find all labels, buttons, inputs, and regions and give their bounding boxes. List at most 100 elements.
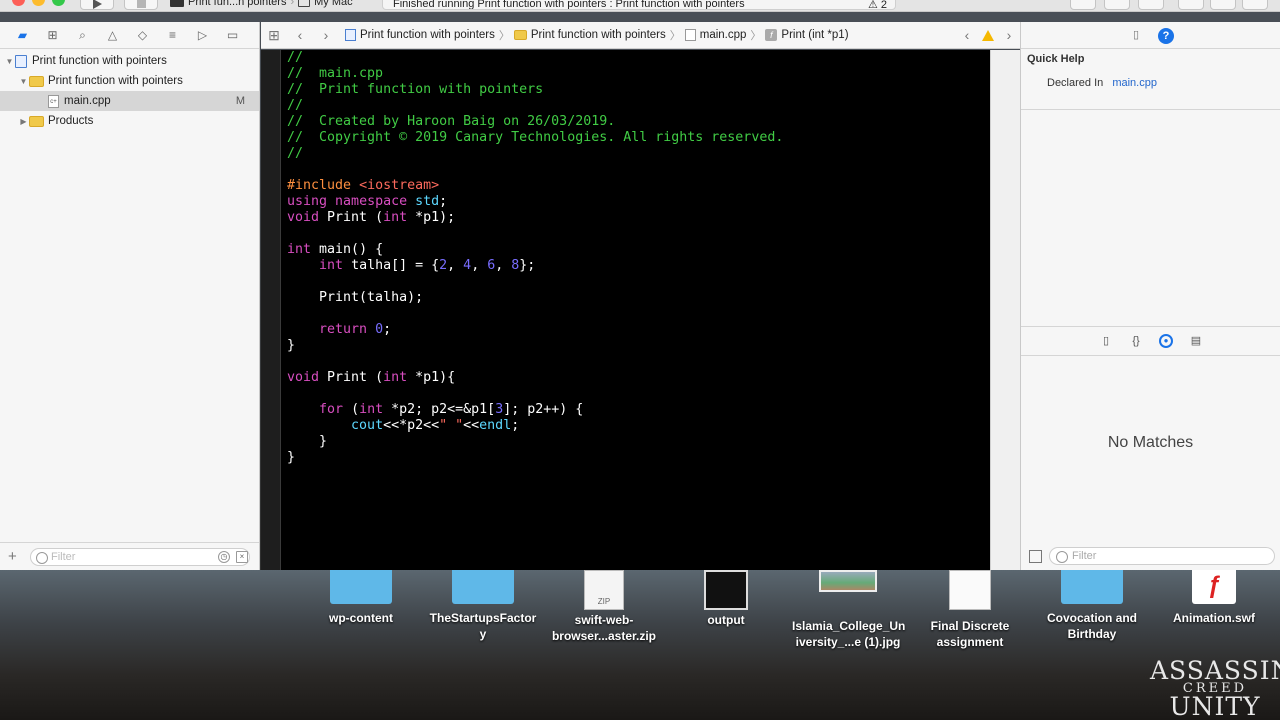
tree-item-products[interactable]: ▶ Products [0,111,259,131]
close-window-button[interactable] [12,0,25,6]
editor-minimap-area [990,50,1020,570]
code-line[interactable]: // Copyright © 2019 Canary Technologies.… [287,130,783,146]
line-gutter[interactable] [261,50,281,570]
code-line[interactable]: // Created by Haroon Baig on 26/03/2019. [287,114,783,130]
debug-icon[interactable]: ≡ [164,27,181,44]
filter-clear-icon[interactable]: × [236,551,248,563]
code-line[interactable]: // Print function with pointers [287,82,783,98]
code-line[interactable]: void Print (int *p1){ [287,370,783,386]
tree-item-project[interactable]: ▼ Print function with pointers [0,51,259,71]
code-line[interactable]: cout<<*p2<<" "<<endl; [287,418,783,434]
warning-icon[interactable] [982,29,994,41]
breadcrumb-file-label: main.cpp [699,29,747,41]
media-library-icon[interactable]: ▤ [1189,334,1203,348]
navigator-filter-bar: + Filter ◷ × [0,542,259,570]
scheme-selector[interactable]: Print fun...n pointers › My Mac [170,0,353,10]
scheme-label: Print fun...n pointers [188,0,287,8]
tree-item-group[interactable]: ▼ Print function with pointers [0,71,259,91]
editor-version-button[interactable] [1138,0,1164,10]
toggle-debug-area-button[interactable] [1210,0,1236,10]
code-line[interactable]: return 0; [287,322,783,338]
issue-warning-icon[interactable]: △ [104,27,121,44]
code-line[interactable]: // main.cpp [287,66,783,82]
forward-chevron-icon[interactable]: › [313,27,339,43]
code-text[interactable]: //// main.cpp// Print function with poin… [287,50,783,466]
breadcrumb-function[interactable]: f Print (int *p1) [765,29,849,41]
related-items-icon[interactable]: ⊞ [261,27,287,44]
code-line[interactable]: for (int *p2; p2<=&p1[3]; p2++) { [287,402,783,418]
desktop-item[interactable]: wp-content [305,570,417,626]
report-icon[interactable]: ▭ [224,27,241,44]
breadcrumb-group[interactable]: Print function with pointers [513,29,666,41]
code-line[interactable]: // [287,146,783,162]
file-inspector-icon[interactable]: ▯ [1128,28,1144,44]
code-line[interactable] [287,226,783,242]
source-editor[interactable]: //// main.cpp// Print function with poin… [261,50,990,570]
tree-item-main-cpp[interactable]: c+ main.cpp M [0,91,259,111]
code-line[interactable]: Print(talha); [287,290,783,306]
breadcrumb-file[interactable]: main.cpp [684,29,747,41]
editor-assistant-button[interactable] [1104,0,1130,10]
document-icon [949,570,991,610]
code-line[interactable] [287,162,783,178]
code-line[interactable]: int main() { [287,242,783,258]
breadcrumb-separator: 〉 [498,30,510,42]
code-line[interactable] [287,306,783,322]
search-icon[interactable]: ⌕ [74,27,91,44]
breadcrumb-function-label: Print (int *p1) [781,29,849,41]
desktop-item[interactable]: TheStartupsFactor y [427,570,539,642]
desktop-item[interactable]: Islamia_College_Un iversity_...e (1).jpg [792,570,905,650]
run-button[interactable] [80,0,114,10]
minimize-window-button[interactable] [32,0,45,6]
recent-files-icon[interactable]: ◷ [218,551,230,563]
library-filter-input[interactable]: Filter [1049,547,1275,565]
code-line[interactable]: // [287,50,783,66]
declared-in-link[interactable]: main.cpp [1112,77,1157,89]
object-library-icon[interactable]: ● [1159,334,1173,348]
stop-button[interactable] [124,0,158,10]
quick-help-icon[interactable]: ? [1158,28,1174,44]
code-line[interactable]: void Print (int *p1); [287,210,783,226]
source-control-icon[interactable]: ⊞ [44,27,61,44]
breakpoint-icon[interactable]: ▷ [194,27,211,44]
grid-view-icon[interactable] [1029,550,1042,563]
desktop-item[interactable]: Final Discrete assignment [914,570,1026,650]
code-line[interactable]: } [287,450,783,466]
code-line[interactable] [287,386,783,402]
code-line[interactable]: using namespace std; [287,194,783,210]
editor-standard-button[interactable] [1070,0,1096,10]
code-line[interactable]: } [287,338,783,354]
back-chevron-icon[interactable]: ‹ [287,27,313,43]
inspector-tabs: ▯ ? [1021,22,1280,49]
next-issue-icon[interactable]: › [1002,27,1016,43]
breadcrumb-group-label: Print function with pointers [530,29,666,41]
desktop-item[interactable]: ƒ Animation.swf [1158,570,1270,626]
code-line[interactable] [287,354,783,370]
zoom-window-button[interactable] [52,0,65,6]
test-diamond-icon[interactable]: ◇ [134,27,151,44]
activity-status-text: Finished running Print function with poi… [393,0,745,10]
toggle-utilities-button[interactable] [1242,0,1268,10]
folder-icon [452,570,514,604]
code-line[interactable]: int talha[] = {2, 4, 6, 8}; [287,258,783,274]
warning-count[interactable]: ⚠ 2 [868,0,887,9]
breadcrumb-project[interactable]: Print function with pointers [345,29,495,41]
desktop-item-label: Animation.swf [1172,611,1255,625]
code-line[interactable]: #include <iostream> [287,178,783,194]
code-snippet-icon[interactable]: {} [1129,334,1143,348]
file-template-icon[interactable]: ▯ [1099,334,1113,348]
desktop-item[interactable]: output [670,570,782,628]
code-line[interactable]: // [287,98,783,114]
code-line[interactable]: } [287,434,783,450]
disclosure-open-icon[interactable]: ▼ [4,57,15,66]
navigator-filter-input[interactable]: Filter [30,548,250,566]
desktop-item[interactable]: Covocation and Birthday [1036,570,1148,642]
disclosure-closed-icon[interactable]: ▶ [18,117,29,126]
previous-issue-icon[interactable]: ‹ [960,27,974,43]
folder-icon[interactable]: ▰ [14,27,31,44]
toggle-navigator-button[interactable] [1178,0,1204,10]
desktop-item[interactable]: ZIP swift-web-browser...aster.zip [548,570,660,644]
code-line[interactable] [287,274,783,290]
add-icon[interactable]: + [8,548,24,565]
disclosure-open-icon[interactable]: ▼ [18,77,29,86]
